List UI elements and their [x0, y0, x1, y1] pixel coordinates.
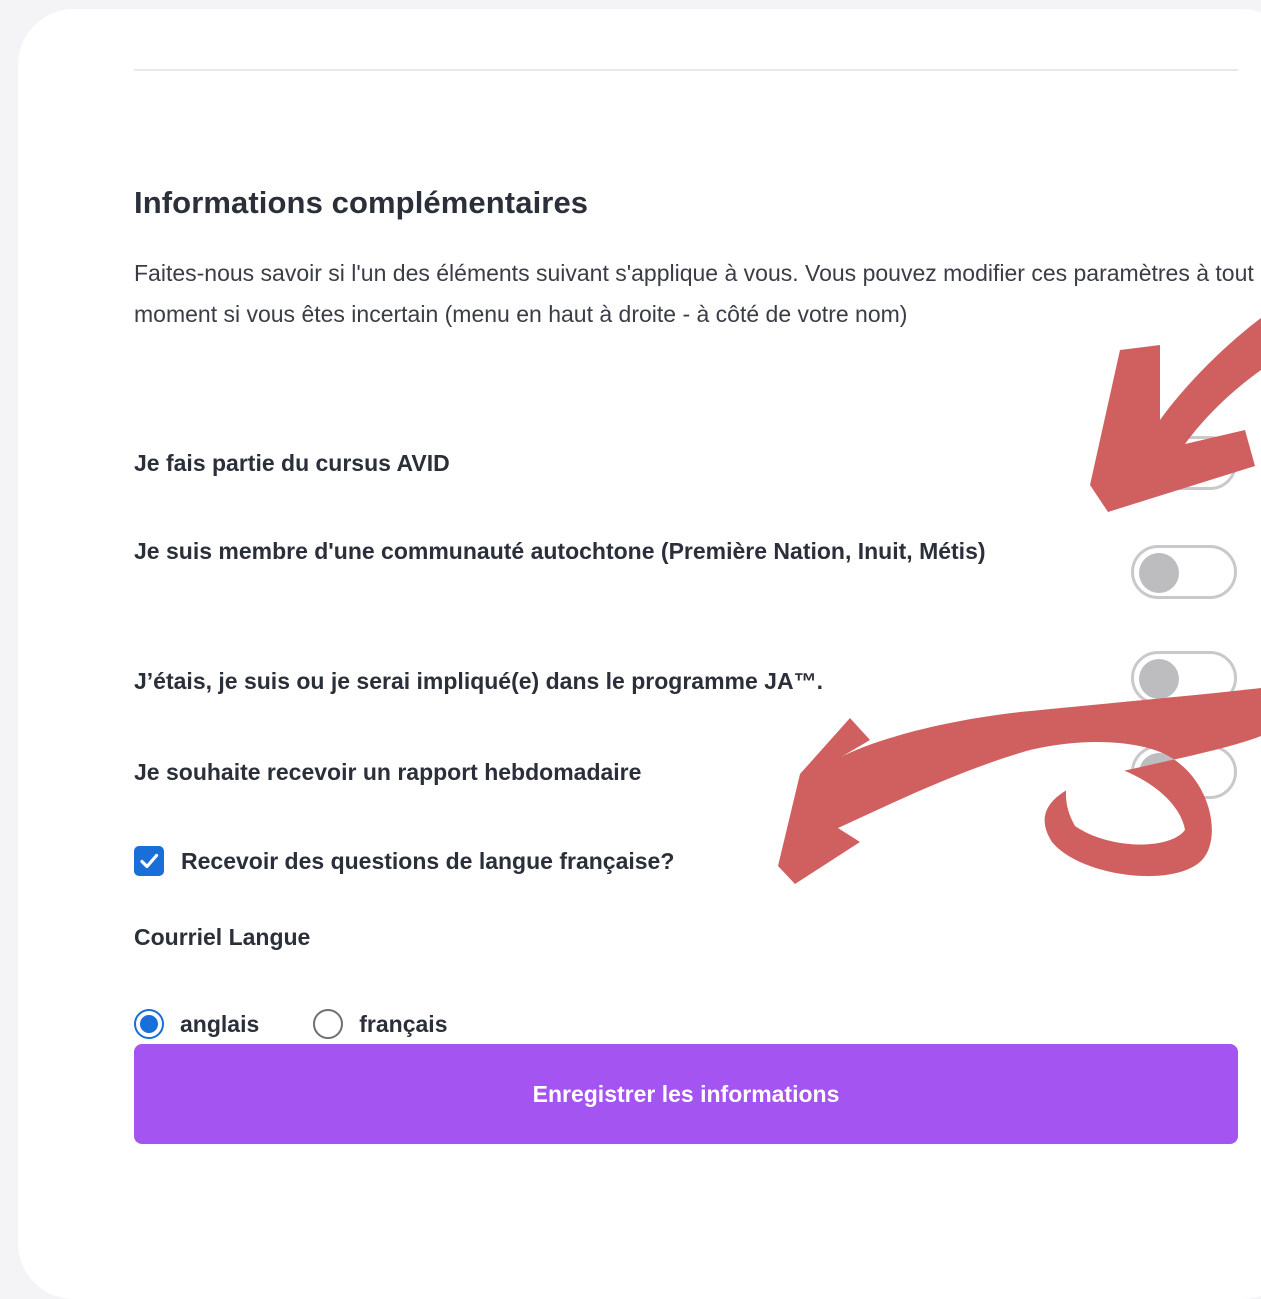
- french-questions-row: Recevoir des questions de langue françai…: [134, 843, 674, 879]
- radio-option-anglais[interactable]: anglais: [134, 1009, 259, 1039]
- radio-francais-label: français: [359, 1010, 448, 1037]
- checkmark-icon: [140, 853, 159, 869]
- toggle-knob: [1139, 444, 1179, 484]
- french-questions-label: Recevoir des questions de langue françai…: [181, 847, 675, 874]
- section-description: Faites-nous savoir si l'un des éléments …: [134, 260, 1254, 327]
- french-questions-checkbox[interactable]: [134, 846, 164, 876]
- email-language-radio-group: anglais français: [134, 1006, 447, 1042]
- toggle-knob: [1139, 659, 1179, 699]
- option-weekly-report-toggle[interactable]: [1131, 745, 1237, 799]
- save-button[interactable]: Enregistrer les informations: [134, 1044, 1238, 1144]
- email-language-label: Courriel Langue: [134, 924, 311, 950]
- option-indigenous-label: Je suis membre d'une communauté autochto…: [134, 538, 986, 564]
- option-avid-label: Je fais partie du cursus AVID: [134, 450, 450, 476]
- radio-anglais[interactable]: [134, 1009, 164, 1039]
- option-avid-toggle[interactable]: [1131, 436, 1237, 490]
- option-ja-label: J’étais, je suis ou je serai impliqué(e)…: [134, 668, 823, 694]
- option-ja-toggle[interactable]: [1131, 651, 1237, 705]
- section-title: Informations complémentaires: [134, 185, 589, 220]
- section-divider: [134, 69, 1238, 71]
- option-indigenous-toggle[interactable]: [1131, 545, 1237, 599]
- radio-anglais-label: anglais: [180, 1010, 260, 1037]
- radio-option-francais[interactable]: français: [313, 1009, 447, 1039]
- radio-francais[interactable]: [313, 1009, 344, 1039]
- toggle-knob: [1139, 753, 1179, 793]
- toggle-knob: [1139, 553, 1179, 593]
- option-weekly-report-label: Je souhaite recevoir un rapport hebdomad…: [134, 759, 642, 785]
